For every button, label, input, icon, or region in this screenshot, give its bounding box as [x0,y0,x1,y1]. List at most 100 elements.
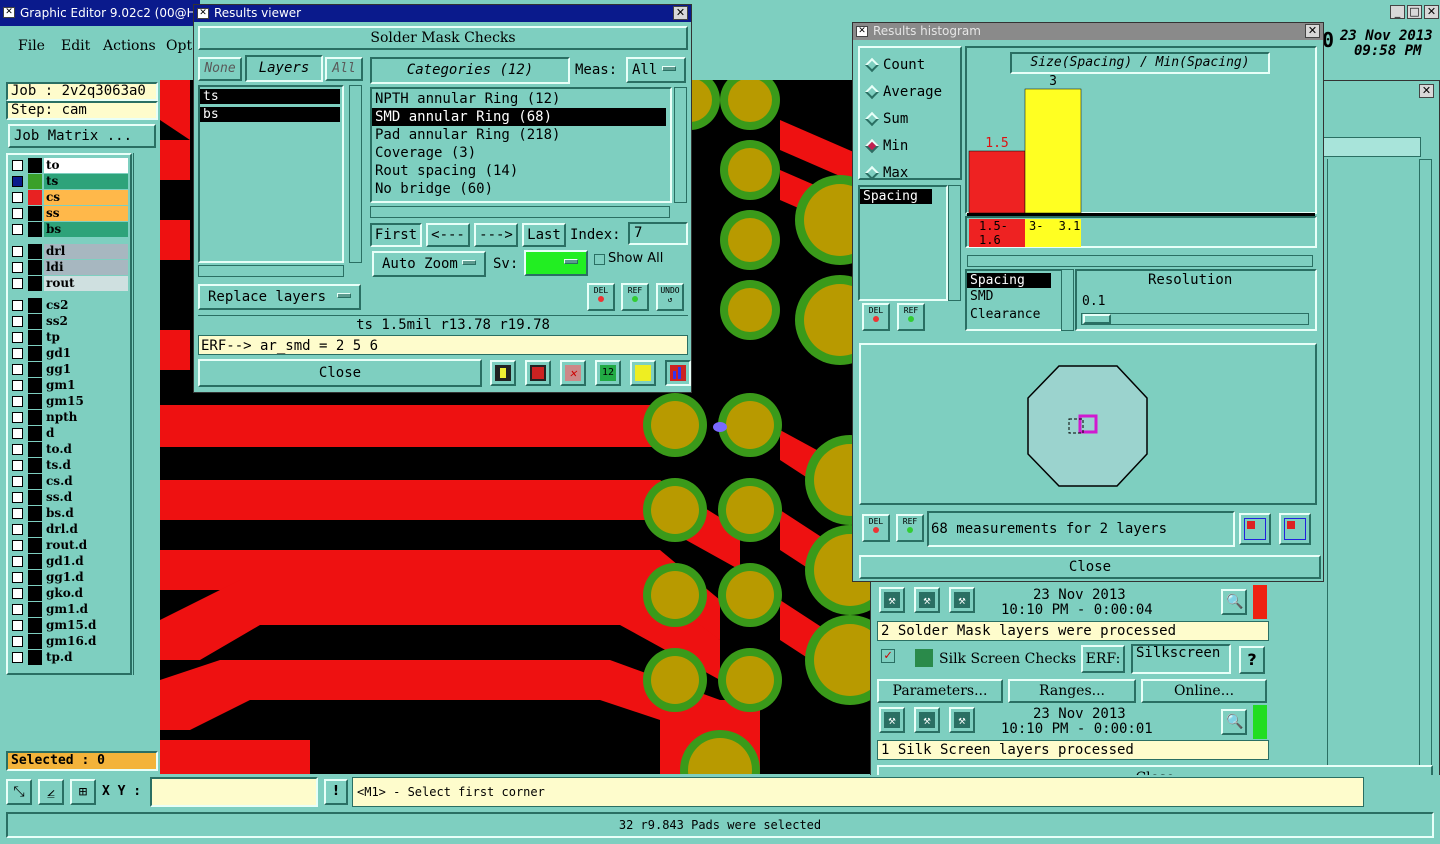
layer-checkbox[interactable] [12,224,23,235]
categories-tab[interactable]: Categories (12) [370,57,570,84]
layer-checkbox[interactable] [12,176,23,187]
layer-row[interactable]: bs.d [10,506,128,521]
del-button[interactable]: DEL [587,283,615,311]
last-button[interactable]: Last [522,223,566,247]
run-check-icon[interactable]: ⚒ [949,707,975,733]
run-check-icon[interactable]: ⚒ [914,707,940,733]
ranges-button[interactable]: Ranges... [1008,679,1136,703]
category-item[interactable]: SMD annular Ring (68) [372,108,666,126]
undo-button[interactable]: UNDO ↺ [656,283,684,311]
checklist-vscroll[interactable] [1419,159,1432,789]
layer-row[interactable]: d [10,426,128,441]
layer-checkbox[interactable] [12,300,23,311]
histogram-option-label[interactable]: Average [883,84,942,100]
histogram-option-label[interactable]: Min [883,138,908,154]
layer-row[interactable]: ss [10,206,128,221]
layer-checkbox[interactable] [12,572,23,583]
category-item[interactable]: Coverage (3) [372,144,666,162]
histogram-group-item[interactable]: Spacing [967,273,1051,288]
histogram-filter-vscroll[interactable] [948,185,961,301]
online-button[interactable]: Online... [1141,679,1267,703]
layer-row[interactable]: tp.d [10,650,128,665]
count-icon[interactable]: 12 [595,360,621,386]
layer-row[interactable]: tp [10,330,128,345]
categories-hscroll[interactable] [370,206,670,218]
results-layers-hscroll[interactable] [198,265,344,277]
histogram-close-button[interactable]: Close [859,555,1321,579]
layer-checkbox[interactable] [12,492,23,503]
categories-vscroll[interactable] [674,87,687,203]
layer-row[interactable]: cs [10,190,128,205]
layer-checkbox[interactable] [12,476,23,487]
histogram-bar[interactable] [968,150,1026,214]
histogram-ref-button[interactable]: REF [897,303,925,331]
run-check-icon[interactable]: ⚒ [879,707,905,733]
layer-row[interactable]: gm15.d [10,618,128,633]
histogram-icon[interactable] [665,360,691,386]
silk-screen-checkbox[interactable]: ✓ [881,649,895,663]
layer-checkbox[interactable] [12,444,23,455]
layer-checkbox[interactable] [12,540,23,551]
category-item[interactable]: Pad annular Ring (218) [372,126,666,144]
layer-checkbox[interactable] [12,332,23,343]
tab-layers[interactable]: Layers [245,55,323,82]
layer-checkbox[interactable] [12,192,23,203]
layer-checkbox[interactable] [12,508,23,519]
preview-del-button[interactable]: DEL [862,514,890,542]
layer-checkbox[interactable] [12,348,23,359]
histogram-group-vscroll[interactable] [1061,269,1074,331]
layer-checkbox[interactable] [12,278,23,289]
histogram-del-button[interactable]: DEL [862,303,890,331]
job-matrix-button[interactable]: Job Matrix ... [8,124,156,148]
menu-file[interactable]: File [18,38,45,54]
layer-row[interactable]: to.d [10,442,128,457]
layer-row[interactable]: gm1 [10,378,128,393]
help-button[interactable]: ? [1239,646,1265,674]
next-button[interactable]: ---> [474,223,518,247]
sv-color-dropdown[interactable] [524,250,588,276]
close-window-button[interactable]: ✕ [1424,5,1439,19]
alert-button[interactable]: ! [324,779,348,805]
erf-button[interactable]: ERF: [1081,645,1125,673]
layer-row[interactable]: bs [10,222,128,237]
zoom-results-icon[interactable]: 🔍 [1221,589,1247,615]
layer-row[interactable]: ts [10,174,128,189]
menu-actions[interactable]: Actions [103,38,156,54]
layer-row[interactable]: gd1.d [10,554,128,569]
ref-button[interactable]: REF [621,283,649,311]
results-layers-vscroll[interactable] [349,85,362,263]
histogram-group-item[interactable]: Clearance [967,306,1061,324]
histogram-option-label[interactable]: Sum [883,111,908,127]
run-check-icon[interactable]: ⚒ [879,587,905,613]
grid-icon[interactable]: ⊞ [70,779,96,805]
replace-layers-button[interactable]: Replace layers [198,284,361,310]
menu-options[interactable]: Opt [166,38,192,54]
histogram-hscroll[interactable] [967,255,1313,267]
resolution-slider-thumb[interactable] [1083,314,1111,324]
layer-checkbox[interactable] [12,428,23,439]
first-button[interactable]: First [370,223,422,247]
layer-row[interactable]: npth [10,410,128,425]
layer-checkbox[interactable] [12,262,23,273]
tab-all[interactable]: All [325,57,363,81]
report-icon[interactable] [490,360,516,386]
results-viewer-close-x[interactable]: ✕ [673,6,688,20]
layer-checkbox[interactable] [12,588,23,599]
category-item[interactable]: No bridge (60) [372,180,666,198]
preview-ref-button[interactable]: REF [896,514,924,542]
zoom-results-icon[interactable]: 🔍 [1221,709,1247,735]
layer-checkbox[interactable] [12,556,23,567]
layer-checkbox[interactable] [12,652,23,663]
layer-checkbox[interactable] [12,380,23,391]
histogram-close-x[interactable]: ✕ [1305,24,1320,38]
minimize-button[interactable]: _ [1390,5,1405,19]
meas-dropdown[interactable]: All [626,57,686,83]
layer-checkbox[interactable] [12,460,23,471]
layer-checkbox[interactable] [12,208,23,219]
category-item[interactable]: NPTH annular Ring (12) [372,90,666,108]
export-icon[interactable] [525,360,551,386]
layer-row[interactable]: gg1 [10,362,128,377]
run-check-icon[interactable]: ⚒ [914,587,940,613]
measure-icon[interactable]: ⦤ [38,779,64,805]
layer-row[interactable]: ldi [10,260,128,275]
